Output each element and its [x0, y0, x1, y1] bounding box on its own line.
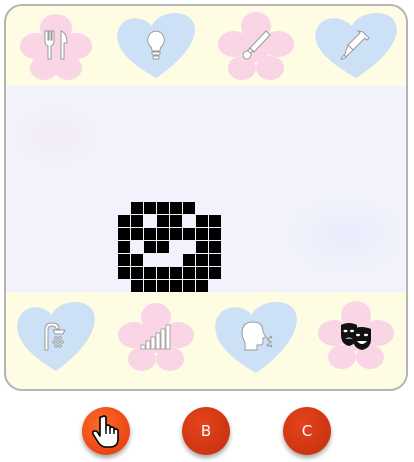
sprite-pixel: [157, 267, 169, 279]
button-a[interactable]: [82, 407, 130, 455]
sprite-pixel: [196, 254, 208, 266]
sprite-pixel: [209, 241, 221, 253]
menu-item-discipline[interactable]: [206, 291, 306, 389]
sprite-pixel: [157, 241, 169, 253]
utensils-icon: [44, 30, 68, 60]
shower-icon: [44, 322, 66, 351]
sprite-pixel: [183, 202, 195, 214]
sprite-pixel: [144, 267, 156, 279]
sprite-pixel: [144, 202, 156, 214]
sprite-pixel: [196, 241, 208, 253]
syringe-icon: [340, 30, 370, 60]
menu-item-medicine[interactable]: [306, 6, 406, 84]
sprite-pixel: [170, 267, 182, 279]
sprite-pixel: [183, 228, 195, 240]
sprite-pixel: [183, 267, 195, 279]
sprite-pixel: [170, 215, 182, 227]
sprite-pixel: [209, 215, 221, 227]
baseball-bat-icon: [242, 30, 271, 60]
sprite-pixel: [209, 228, 221, 240]
sprite-pixel: [118, 215, 130, 227]
button-b[interactable]: B: [182, 407, 230, 455]
top-menu: [6, 6, 406, 84]
control-buttons: B C: [0, 404, 414, 458]
sprite-pixel: [118, 241, 130, 253]
bottom-menu: [6, 291, 406, 389]
sprite-pixel: [170, 202, 182, 214]
lightbulb-icon: [147, 30, 165, 60]
sprite-pixel: [118, 228, 130, 240]
sprite-pixel: [118, 254, 130, 266]
pet-stage: [6, 86, 406, 292]
menu-item-light[interactable]: [106, 6, 206, 84]
sprite-pixel: [157, 202, 169, 214]
device-screen: [4, 4, 408, 391]
sprite-pixel: [157, 228, 169, 240]
sprite-pixel: [209, 254, 221, 266]
sprite-pixel: [131, 202, 143, 214]
volume-bars-icon: [140, 324, 171, 350]
sprite-pixel: [183, 254, 195, 266]
menu-item-play[interactable]: [206, 6, 306, 84]
menu-item-status[interactable]: [106, 291, 206, 389]
theater-masks-icon: [341, 323, 371, 350]
sprite-pixel: [131, 254, 143, 266]
sprite-pixel: [144, 228, 156, 240]
sprite-pixel: [131, 215, 143, 227]
button-c[interactable]: C: [283, 407, 331, 455]
talking-head-icon: [241, 321, 273, 351]
sprite-pixel: [196, 215, 208, 227]
hand-pointer-icon: [91, 415, 119, 448]
sprite-pixel: [196, 228, 208, 240]
sprite-pixel: [196, 267, 208, 279]
sprite-pixel: [131, 267, 143, 279]
sprite-pixel: [170, 228, 182, 240]
sprite-pixel: [144, 241, 156, 253]
menu-item-bath[interactable]: [6, 291, 106, 389]
menu-item-feed[interactable]: [6, 6, 106, 84]
sprite-pixel: [118, 267, 130, 279]
button-c-label: C: [301, 422, 313, 440]
button-b-label: B: [200, 422, 212, 440]
menu-item-entertain[interactable]: [306, 291, 406, 389]
sprite-pixel: [209, 267, 221, 279]
sprite-pixel: [157, 215, 169, 227]
sprite-pixel: [131, 228, 143, 240]
